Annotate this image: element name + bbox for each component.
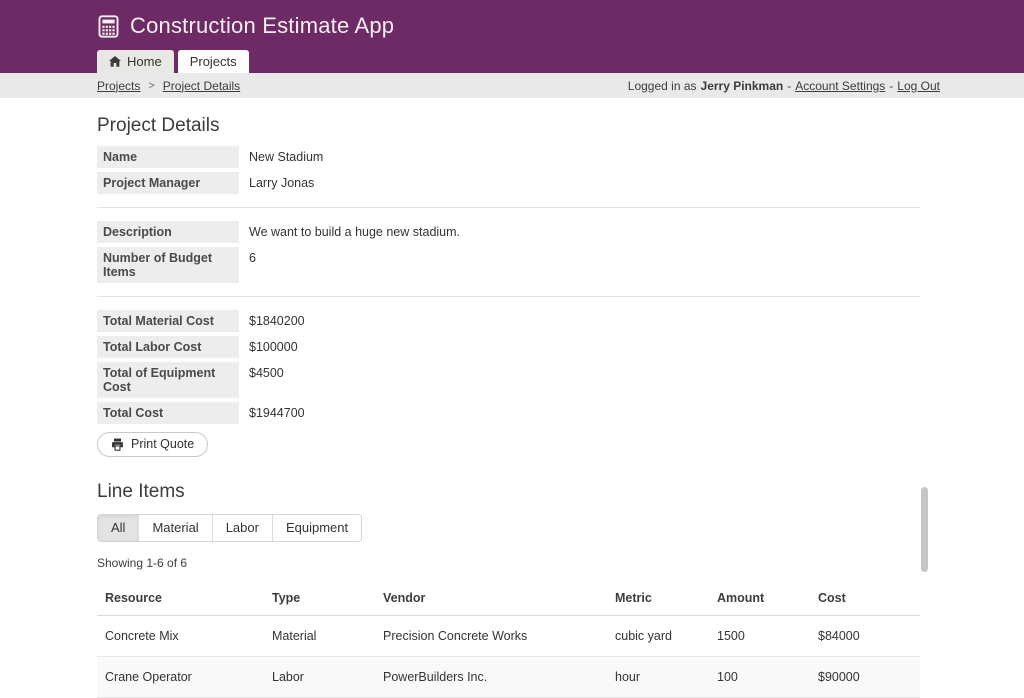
detail-label: Total Material Cost (97, 310, 239, 332)
filter-button-equipment[interactable]: Equipment (272, 515, 361, 541)
filter-button-all[interactable]: All (98, 515, 138, 541)
detail-label: Name (97, 146, 239, 168)
tab-projects-label: Projects (190, 54, 237, 69)
detail-row-description: Description We want to build a huge new … (97, 221, 920, 243)
logged-in-prefix: Logged in as (628, 79, 697, 93)
detail-value: New Stadium (239, 146, 333, 168)
line-items-title: Line Items (97, 481, 920, 503)
detail-row-total-cost: Total Cost $1944700 (97, 402, 920, 424)
table-header-row: Resource Type Vendor Metric Amount Cost (97, 581, 920, 616)
breadcrumb-bar: Projects > Project Details Logged in as … (0, 73, 1024, 98)
detail-value: 6 (239, 247, 266, 283)
user-info: Logged in as Jerry Pinkman - Account Set… (628, 79, 940, 93)
detail-row-project-manager: Project Manager Larry Jonas (97, 172, 920, 194)
detail-value: Larry Jonas (239, 172, 324, 194)
column-header-type: Type (264, 581, 375, 616)
detail-row-name: Name New Stadium (97, 146, 920, 168)
cell-amount: 1500 (709, 616, 810, 657)
detail-value: $1944700 (239, 402, 315, 424)
section-divider (97, 207, 920, 208)
detail-value: $4500 (239, 362, 294, 398)
app-header: Construction Estimate App Home Projects (0, 0, 1024, 73)
cell-amount: 100 (709, 657, 810, 698)
app-brand: Construction Estimate App (97, 13, 1024, 39)
user-info-separator: - (889, 79, 893, 93)
detail-label: Description (97, 221, 239, 243)
breadcrumb-link-project-details[interactable]: Project Details (163, 79, 240, 93)
filter-button-labor[interactable]: Labor (212, 515, 272, 541)
user-info-separator: - (787, 79, 791, 93)
nav-tabs: Home Projects (97, 50, 249, 73)
section-divider (97, 296, 920, 297)
home-icon (109, 56, 121, 67)
table-scrollbar[interactable] (921, 487, 928, 572)
printer-icon (111, 438, 124, 451)
print-quote-button[interactable]: Print Quote (97, 432, 208, 457)
detail-row-budget-items: Number of Budget Items 6 (97, 247, 920, 283)
detail-label: Total Cost (97, 402, 239, 424)
print-quote-label: Print Quote (131, 437, 194, 451)
column-header-resource: Resource (97, 581, 264, 616)
line-items-table: Resource Type Vendor Metric Amount Cost … (97, 581, 920, 698)
detail-label: Total of Equipment Cost (97, 362, 239, 398)
detail-value: $100000 (239, 336, 308, 358)
detail-label: Project Manager (97, 172, 239, 194)
table-row: Crane Operator Labor PowerBuilders Inc. … (97, 657, 920, 698)
calculator-icon (97, 15, 120, 38)
breadcrumb-link-projects[interactable]: Projects (97, 79, 140, 93)
cell-cost: $84000 (810, 616, 920, 657)
cell-resource: Concrete Mix (97, 616, 264, 657)
cell-vendor: Precision Concrete Works (375, 616, 607, 657)
line-items-filter-group: All Material Labor Equipment (97, 514, 362, 542)
cell-metric: cubic yard (607, 616, 709, 657)
page-title: Project Details (97, 115, 920, 137)
app-title: Construction Estimate App (130, 13, 394, 39)
account-settings-link[interactable]: Account Settings (795, 79, 885, 93)
cell-vendor: PowerBuilders Inc. (375, 657, 607, 698)
cell-resource: Crane Operator (97, 657, 264, 698)
column-header-cost: Cost (810, 581, 920, 616)
cell-cost: $90000 (810, 657, 920, 698)
log-out-link[interactable]: Log Out (897, 79, 940, 93)
showing-count-text: Showing 1-6 of 6 (97, 556, 920, 570)
cell-type: Material (264, 616, 375, 657)
detail-label: Total Labor Cost (97, 336, 239, 358)
column-header-vendor: Vendor (375, 581, 607, 616)
tab-home[interactable]: Home (97, 50, 174, 73)
detail-row-total-equipment-cost: Total of Equipment Cost $4500 (97, 362, 920, 398)
column-header-amount: Amount (709, 581, 810, 616)
tab-projects[interactable]: Projects (178, 50, 249, 73)
cell-metric: hour (607, 657, 709, 698)
breadcrumb-separator-icon: > (148, 80, 154, 92)
detail-row-total-material-cost: Total Material Cost $1840200 (97, 310, 920, 332)
detail-value: We want to build a huge new stadium. (239, 221, 470, 243)
tab-home-label: Home (127, 54, 162, 69)
breadcrumb: Projects > Project Details (97, 79, 240, 93)
detail-row-total-labor-cost: Total Labor Cost $100000 (97, 336, 920, 358)
detail-value: $1840200 (239, 310, 315, 332)
column-header-metric: Metric (607, 581, 709, 616)
user-name: Jerry Pinkman (701, 79, 784, 93)
detail-label: Number of Budget Items (97, 247, 239, 283)
table-row: Concrete Mix Material Precision Concrete… (97, 616, 920, 657)
filter-button-material[interactable]: Material (138, 515, 211, 541)
main-content: Project Details Name New Stadium Project… (0, 115, 920, 698)
cell-type: Labor (264, 657, 375, 698)
